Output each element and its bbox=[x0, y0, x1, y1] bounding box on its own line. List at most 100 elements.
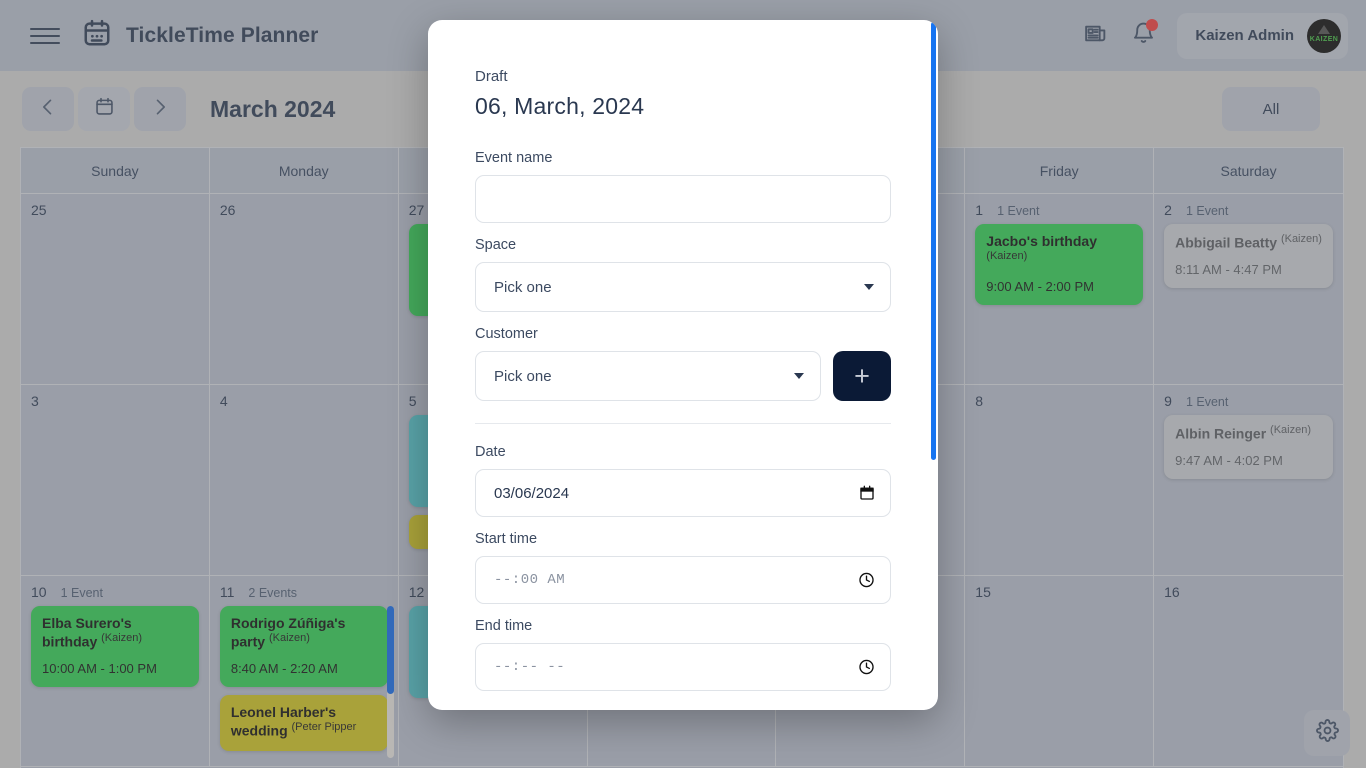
news-button[interactable] bbox=[1073, 14, 1117, 58]
event-name-field: Event name bbox=[475, 150, 891, 223]
date-input[interactable] bbox=[475, 469, 891, 517]
event-time: 10:00 AM - 1:00 PM bbox=[42, 660, 157, 676]
next-month-button[interactable] bbox=[134, 87, 186, 131]
event-card[interactable]: Albin Reinger (Kaizen) 9:47 AM - 4:02 PM bbox=[1164, 415, 1333, 479]
calendar-icon bbox=[94, 96, 115, 122]
avatar-mark-icon bbox=[1318, 24, 1330, 34]
weekday-header: Monday bbox=[210, 148, 399, 193]
calendar-day-cell[interactable]: 15 bbox=[965, 576, 1155, 766]
calendar-day-cell[interactable]: 3 bbox=[21, 385, 210, 575]
event-name-label: Event name bbox=[475, 150, 553, 166]
day-number: 3 bbox=[31, 393, 39, 409]
calendar-day-cell[interactable]: 11 2 Events Rodrigo Zúñiga's party (Kaizen… bbox=[209, 576, 399, 766]
calendar-day-cell[interactable]: 2 1 Event Abbigail Beatty (Kaizen) 8:11 AM … bbox=[1154, 194, 1343, 384]
date-label: Date bbox=[475, 444, 506, 460]
menu-icon[interactable] bbox=[30, 21, 60, 51]
customer-row: Pick one + bbox=[475, 351, 891, 401]
settings-button[interactable] bbox=[1304, 710, 1350, 756]
modal-scrollbar[interactable] bbox=[931, 22, 936, 460]
day-number: 9 bbox=[1164, 393, 1172, 409]
day-header: 16 bbox=[1164, 584, 1333, 600]
customer-field: Customer Pick one + bbox=[475, 326, 891, 401]
chevron-down-icon bbox=[794, 373, 804, 379]
event-card[interactable]: Abbigail Beatty (Kaizen) 8:11 AM - 4:47 P… bbox=[1164, 224, 1333, 288]
day-header: 8 bbox=[975, 393, 1143, 409]
user-menu[interactable]: Kaizen Admin KAIZEN bbox=[1177, 12, 1348, 59]
event-time: 9:00 AM - 2:00 PM bbox=[986, 278, 1094, 294]
notifications-button[interactable] bbox=[1121, 14, 1165, 58]
calendar-day-cell[interactable]: 4 bbox=[209, 385, 399, 575]
calendar-day-cell[interactable]: 25 bbox=[21, 194, 210, 384]
day-cell-scrollbar[interactable] bbox=[386, 606, 394, 758]
end-time-input[interactable]: --:-- -- bbox=[475, 643, 891, 691]
draft-status-label: Draft bbox=[475, 68, 508, 85]
day-event-list: Elba Surero's birthday (Kaizen) 10:00 AM … bbox=[31, 606, 199, 687]
day-cell-scrollbar-thumb[interactable] bbox=[386, 606, 394, 695]
draft-date-heading: 06, March, 2024 bbox=[475, 93, 645, 119]
end-time-field: End time --:-- -- bbox=[475, 618, 891, 691]
today-button[interactable] bbox=[78, 87, 130, 131]
customer-select[interactable]: Pick one bbox=[475, 351, 821, 401]
customer-select-value: Pick one bbox=[494, 367, 552, 385]
brand: TickleTime Planner bbox=[82, 18, 318, 53]
end-time-input-wrap[interactable]: --:-- -- bbox=[475, 643, 891, 691]
event-name-input[interactable] bbox=[475, 175, 891, 223]
start-time-input-wrap[interactable]: --:00 AM bbox=[475, 556, 891, 604]
start-time-input[interactable]: --:00 AM bbox=[475, 556, 891, 604]
user-name: Kaizen Admin bbox=[1195, 27, 1294, 44]
calendar-day-cell[interactable]: 9 1 Event Albin Reinger (Kaizen) 9:47 AM - … bbox=[1154, 385, 1343, 575]
space-label: Space bbox=[475, 237, 517, 253]
space-select[interactable]: Pick one bbox=[475, 262, 891, 312]
end-time-value: --:-- -- bbox=[494, 659, 566, 675]
end-time-label: End time bbox=[475, 618, 533, 634]
customer-label: Customer bbox=[475, 326, 538, 342]
event-card[interactable]: Elba Surero's birthday (Kaizen) 10:00 AM … bbox=[31, 606, 199, 687]
day-number: 25 bbox=[31, 202, 47, 218]
day-number: 11 bbox=[219, 584, 235, 600]
event-owner: (Kaizen) bbox=[101, 632, 143, 645]
avatar: KAIZEN bbox=[1307, 18, 1341, 53]
day-number: 27 bbox=[408, 202, 425, 218]
day-event-count: 1 Event bbox=[60, 586, 103, 600]
form-divider bbox=[475, 423, 891, 424]
start-time-field: Start time --:00 AM bbox=[475, 531, 891, 604]
day-header: 1 1 Event bbox=[975, 202, 1143, 218]
day-number: 2 bbox=[1164, 202, 1172, 218]
event-title: Abbigail Beatty (Kaizen) bbox=[1175, 233, 1322, 251]
event-title: Elba Surero's birthday (Kaizen) bbox=[42, 615, 143, 650]
calendar-nav-group bbox=[22, 87, 186, 131]
event-title: Jacbo's birthday (Kaizen) bbox=[986, 233, 1097, 263]
filter-all-button[interactable]: All bbox=[1222, 87, 1320, 131]
day-number: 10 bbox=[31, 584, 47, 600]
day-header: 3 bbox=[31, 393, 199, 409]
day-event-count: 1 Event bbox=[997, 204, 1040, 218]
calendar-day-cell[interactable]: 10 1 Event Elba Surero's birthday (Kaizen)… bbox=[21, 576, 210, 766]
previous-month-button[interactable] bbox=[22, 87, 74, 131]
start-time-value: --:00 AM bbox=[494, 572, 566, 588]
day-event-count: 2 Events bbox=[248, 586, 298, 600]
day-header: 4 bbox=[220, 393, 388, 409]
event-card[interactable]: Leonel Harber's wedding (Peter Pipper bbox=[219, 694, 388, 751]
add-customer-button[interactable]: + bbox=[833, 351, 891, 401]
event-time: 9:47 AM - 4:02 PM bbox=[1175, 452, 1283, 468]
event-card[interactable]: Jacbo's birthday (Kaizen) 9:00 AM - 2:00 … bbox=[975, 224, 1144, 305]
event-owner: (Kaizen) bbox=[1280, 233, 1322, 245]
weekday-header: Friday bbox=[965, 148, 1155, 193]
space-field: Space Pick one bbox=[475, 237, 891, 312]
day-number: 12 bbox=[408, 584, 425, 600]
day-event-list: Jacbo's birthday (Kaizen) 9:00 AM - 2:00 … bbox=[975, 224, 1144, 305]
newspaper-icon bbox=[1083, 21, 1108, 51]
chevron-down-icon bbox=[864, 284, 874, 290]
chevron-left-icon bbox=[38, 97, 58, 122]
event-card[interactable]: Rodrigo Zúñiga's party (Kaizen) 8:40 AM -… bbox=[219, 606, 388, 687]
day-event-list: Albin Reinger (Kaizen) 9:47 AM - 4:02 PM bbox=[1164, 415, 1333, 479]
app-title: TickleTime Planner bbox=[126, 23, 319, 47]
calendar-day-cell[interactable]: 8 bbox=[965, 385, 1155, 575]
event-owner: (Kaizen) bbox=[268, 632, 310, 645]
day-event-list: Rodrigo Zúñiga's party (Kaizen) 8:40 AM -… bbox=[219, 606, 388, 751]
gear-icon bbox=[1315, 719, 1339, 747]
date-input-wrap bbox=[475, 469, 891, 517]
calendar-day-cell[interactable]: 1 1 Event Jacbo's birthday (Kaizen) 9:00 AM… bbox=[965, 194, 1155, 384]
event-owner: (Kaizen) bbox=[1270, 424, 1312, 436]
calendar-day-cell[interactable]: 26 bbox=[209, 194, 399, 384]
